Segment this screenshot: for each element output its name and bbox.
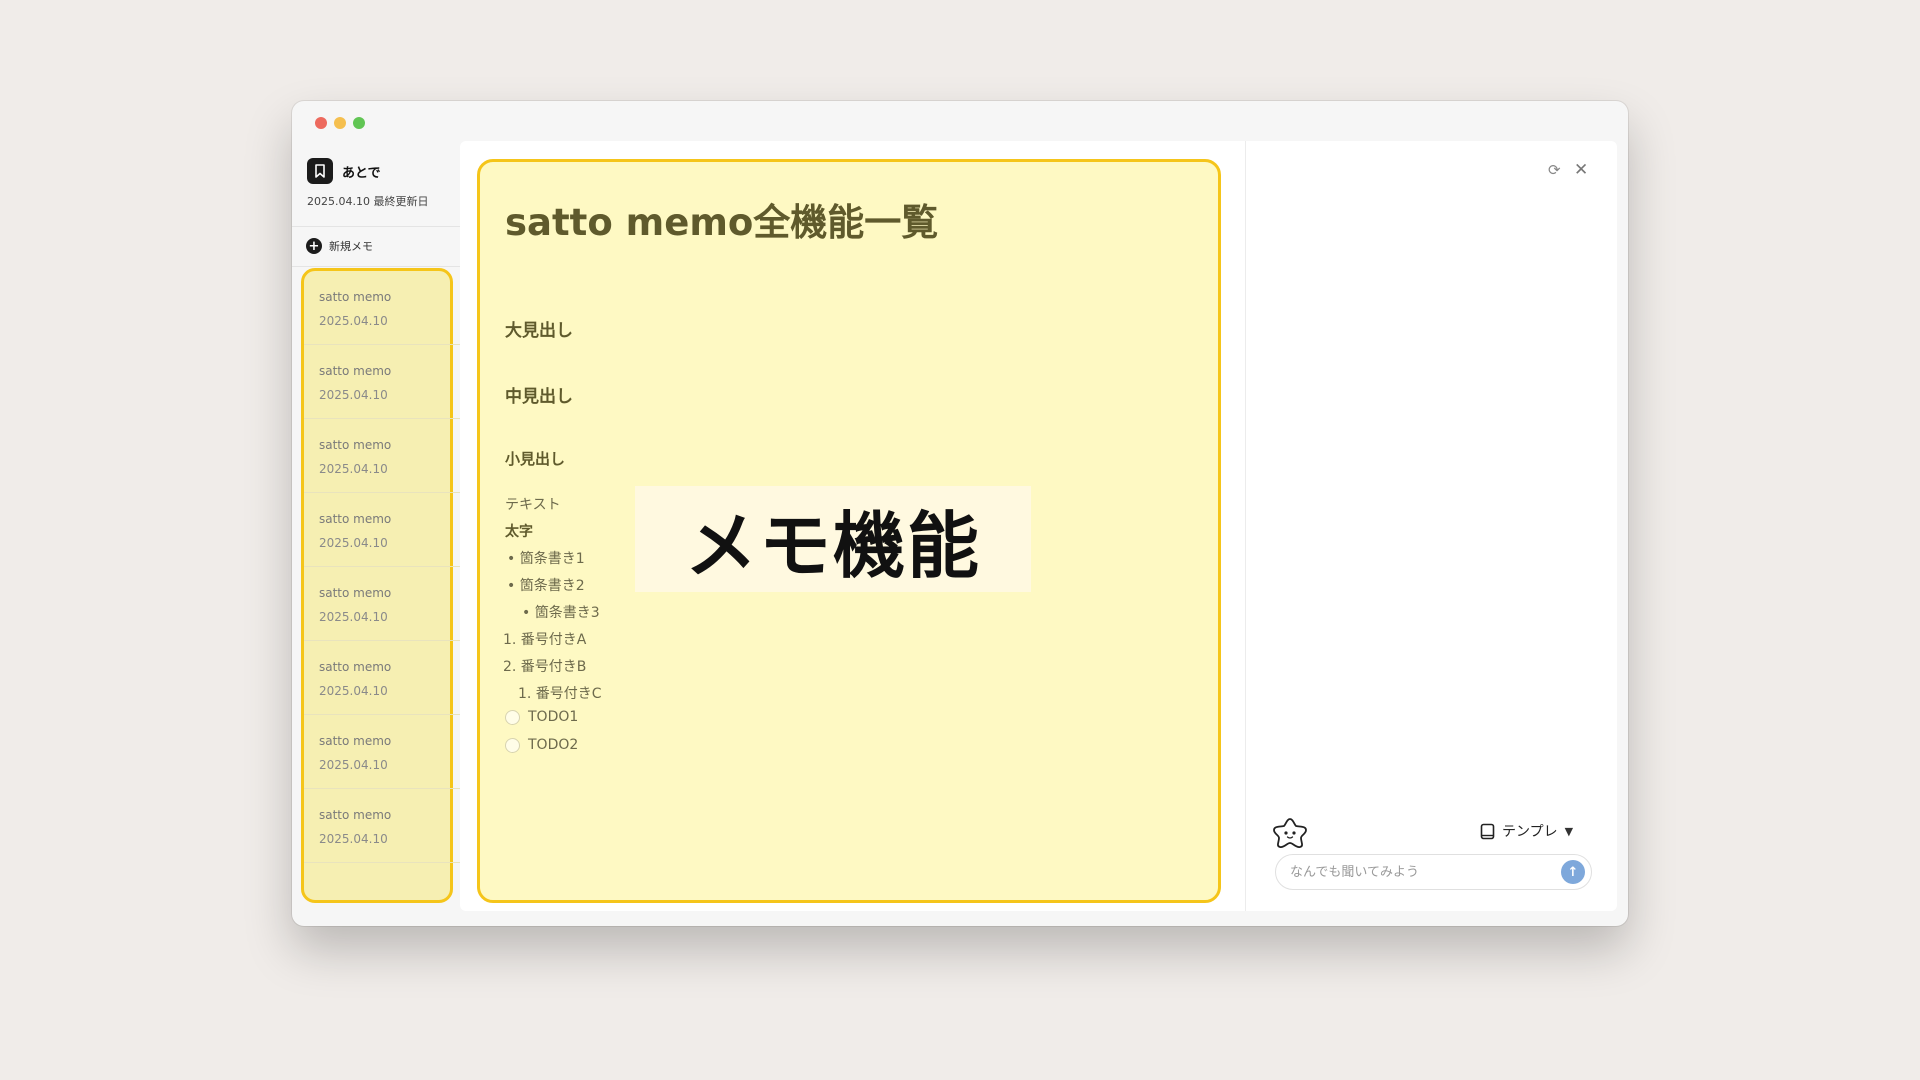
memo-date: 2025.04.10 <box>319 388 388 402</box>
todo-item[interactable]: TODO2 <box>505 737 578 753</box>
memo-title: satto memo <box>319 808 392 822</box>
minimize-window-button[interactable] <box>334 117 346 129</box>
memo-editor[interactable]: satto memo全機能一覧 大見出し 中見出し 小見出し テキスト 太字 •… <box>477 159 1221 903</box>
send-arrow-icon[interactable]: ↑ <box>1561 860 1585 884</box>
plus-icon: + <box>306 238 322 254</box>
numbered-item[interactable]: 1. 番号付きC <box>518 683 602 703</box>
memo-title: satto memo <box>319 586 392 600</box>
new-memo-label: 新規メモ <box>329 240 373 253</box>
todo-label: TODO2 <box>528 737 579 753</box>
template-dropdown[interactable]: テンプレ ▼ <box>1480 821 1573 841</box>
mascot-icon <box>1273 818 1307 849</box>
template-label: テンプレ <box>1502 824 1558 840</box>
memo-list-item[interactable]: satto memo 2025.04.10 <box>304 271 470 345</box>
close-window-button[interactable] <box>315 117 327 129</box>
memo-date: 2025.04.10 <box>319 536 388 550</box>
main-panel: satto memo全機能一覧 大見出し 中見出し 小見出し テキスト 太字 •… <box>460 141 1617 911</box>
memo-title: satto memo <box>319 512 392 526</box>
app-brand: あとで <box>307 158 381 184</box>
bullet-item[interactable]: • 箇条書き3 <box>522 602 600 622</box>
heading-small[interactable]: 小見出し <box>505 448 565 469</box>
numbered-item[interactable]: 1. 番号付きA <box>503 629 586 649</box>
book-icon <box>1480 823 1495 839</box>
memo-list-item[interactable]: satto memo 2025.04.10 <box>304 345 470 419</box>
bullet-item[interactable]: • 箇条書き1 <box>507 548 585 568</box>
todo-checkbox[interactable] <box>505 709 520 725</box>
memo-date: 2025.04.10 <box>319 314 388 328</box>
bookmark-icon <box>307 158 333 184</box>
memo-date: 2025.04.10 <box>319 758 388 772</box>
new-memo-button[interactable]: + 新規メモ <box>306 238 373 254</box>
memo-title-heading[interactable]: satto memo全機能一覧 <box>505 192 938 246</box>
memo-date: 2025.04.10 <box>319 832 388 846</box>
memo-list-item[interactable]: satto memo 2025.04.10 <box>304 641 470 715</box>
memo-list-item[interactable]: satto memo 2025.04.10 <box>304 567 470 641</box>
text-paragraph[interactable]: テキスト <box>505 494 561 514</box>
window-controls <box>315 117 365 129</box>
divider <box>1245 141 1246 911</box>
bullet-item[interactable]: • 箇条書き2 <box>507 575 585 595</box>
refresh-icon[interactable]: ⟳ <box>1548 161 1561 179</box>
chat-input-container: ↑ <box>1275 854 1592 890</box>
memo-list: satto memo 2025.04.10 satto memo 2025.04… <box>301 268 470 903</box>
memo-title: satto memo <box>319 438 392 452</box>
divider <box>304 862 470 863</box>
memo-title: satto memo <box>319 364 392 378</box>
last-updated-text: 2025.04.10 最終更新日 <box>307 195 429 208</box>
memo-list-item[interactable]: satto memo 2025.04.10 <box>304 789 470 863</box>
heading-large[interactable]: 大見出し <box>505 316 573 341</box>
memo-list-item[interactable]: satto memo 2025.04.10 <box>304 419 470 493</box>
memo-list-item[interactable]: satto memo 2025.04.10 <box>304 715 470 789</box>
zoom-window-button[interactable] <box>353 117 365 129</box>
memo-title: satto memo <box>319 660 392 674</box>
heading-medium[interactable]: 中見出し <box>505 382 573 407</box>
memo-date: 2025.04.10 <box>319 610 388 624</box>
bold-paragraph[interactable]: 太字 <box>505 521 533 541</box>
app-window: あとで 2025.04.10 最終更新日 + 新規メモ satto memo 2… <box>292 101 1628 926</box>
memo-date: 2025.04.10 <box>319 684 388 698</box>
memo-title: satto memo <box>319 734 392 748</box>
sidebar: あとで 2025.04.10 最終更新日 + 新規メモ satto memo 2… <box>292 141 470 926</box>
feature-overlay-label: メモ機能 <box>635 486 1031 592</box>
chat-input[interactable] <box>1290 855 1560 889</box>
todo-label: TODO1 <box>528 709 579 725</box>
memo-list-item[interactable]: satto memo 2025.04.10 <box>304 493 470 567</box>
app-name: あとで <box>342 165 381 181</box>
divider <box>292 226 460 227</box>
divider <box>292 266 460 267</box>
feature-overlay-text: メモ機能 <box>684 503 981 588</box>
memo-date: 2025.04.10 <box>319 462 388 476</box>
todo-item[interactable]: TODO1 <box>505 709 578 725</box>
chevron-down-icon: ▼ <box>1564 824 1574 838</box>
memo-title: satto memo <box>319 290 392 304</box>
close-icon[interactable]: ✕ <box>1574 160 1588 180</box>
numbered-item[interactable]: 2. 番号付きB <box>503 656 586 676</box>
todo-checkbox[interactable] <box>505 737 520 753</box>
